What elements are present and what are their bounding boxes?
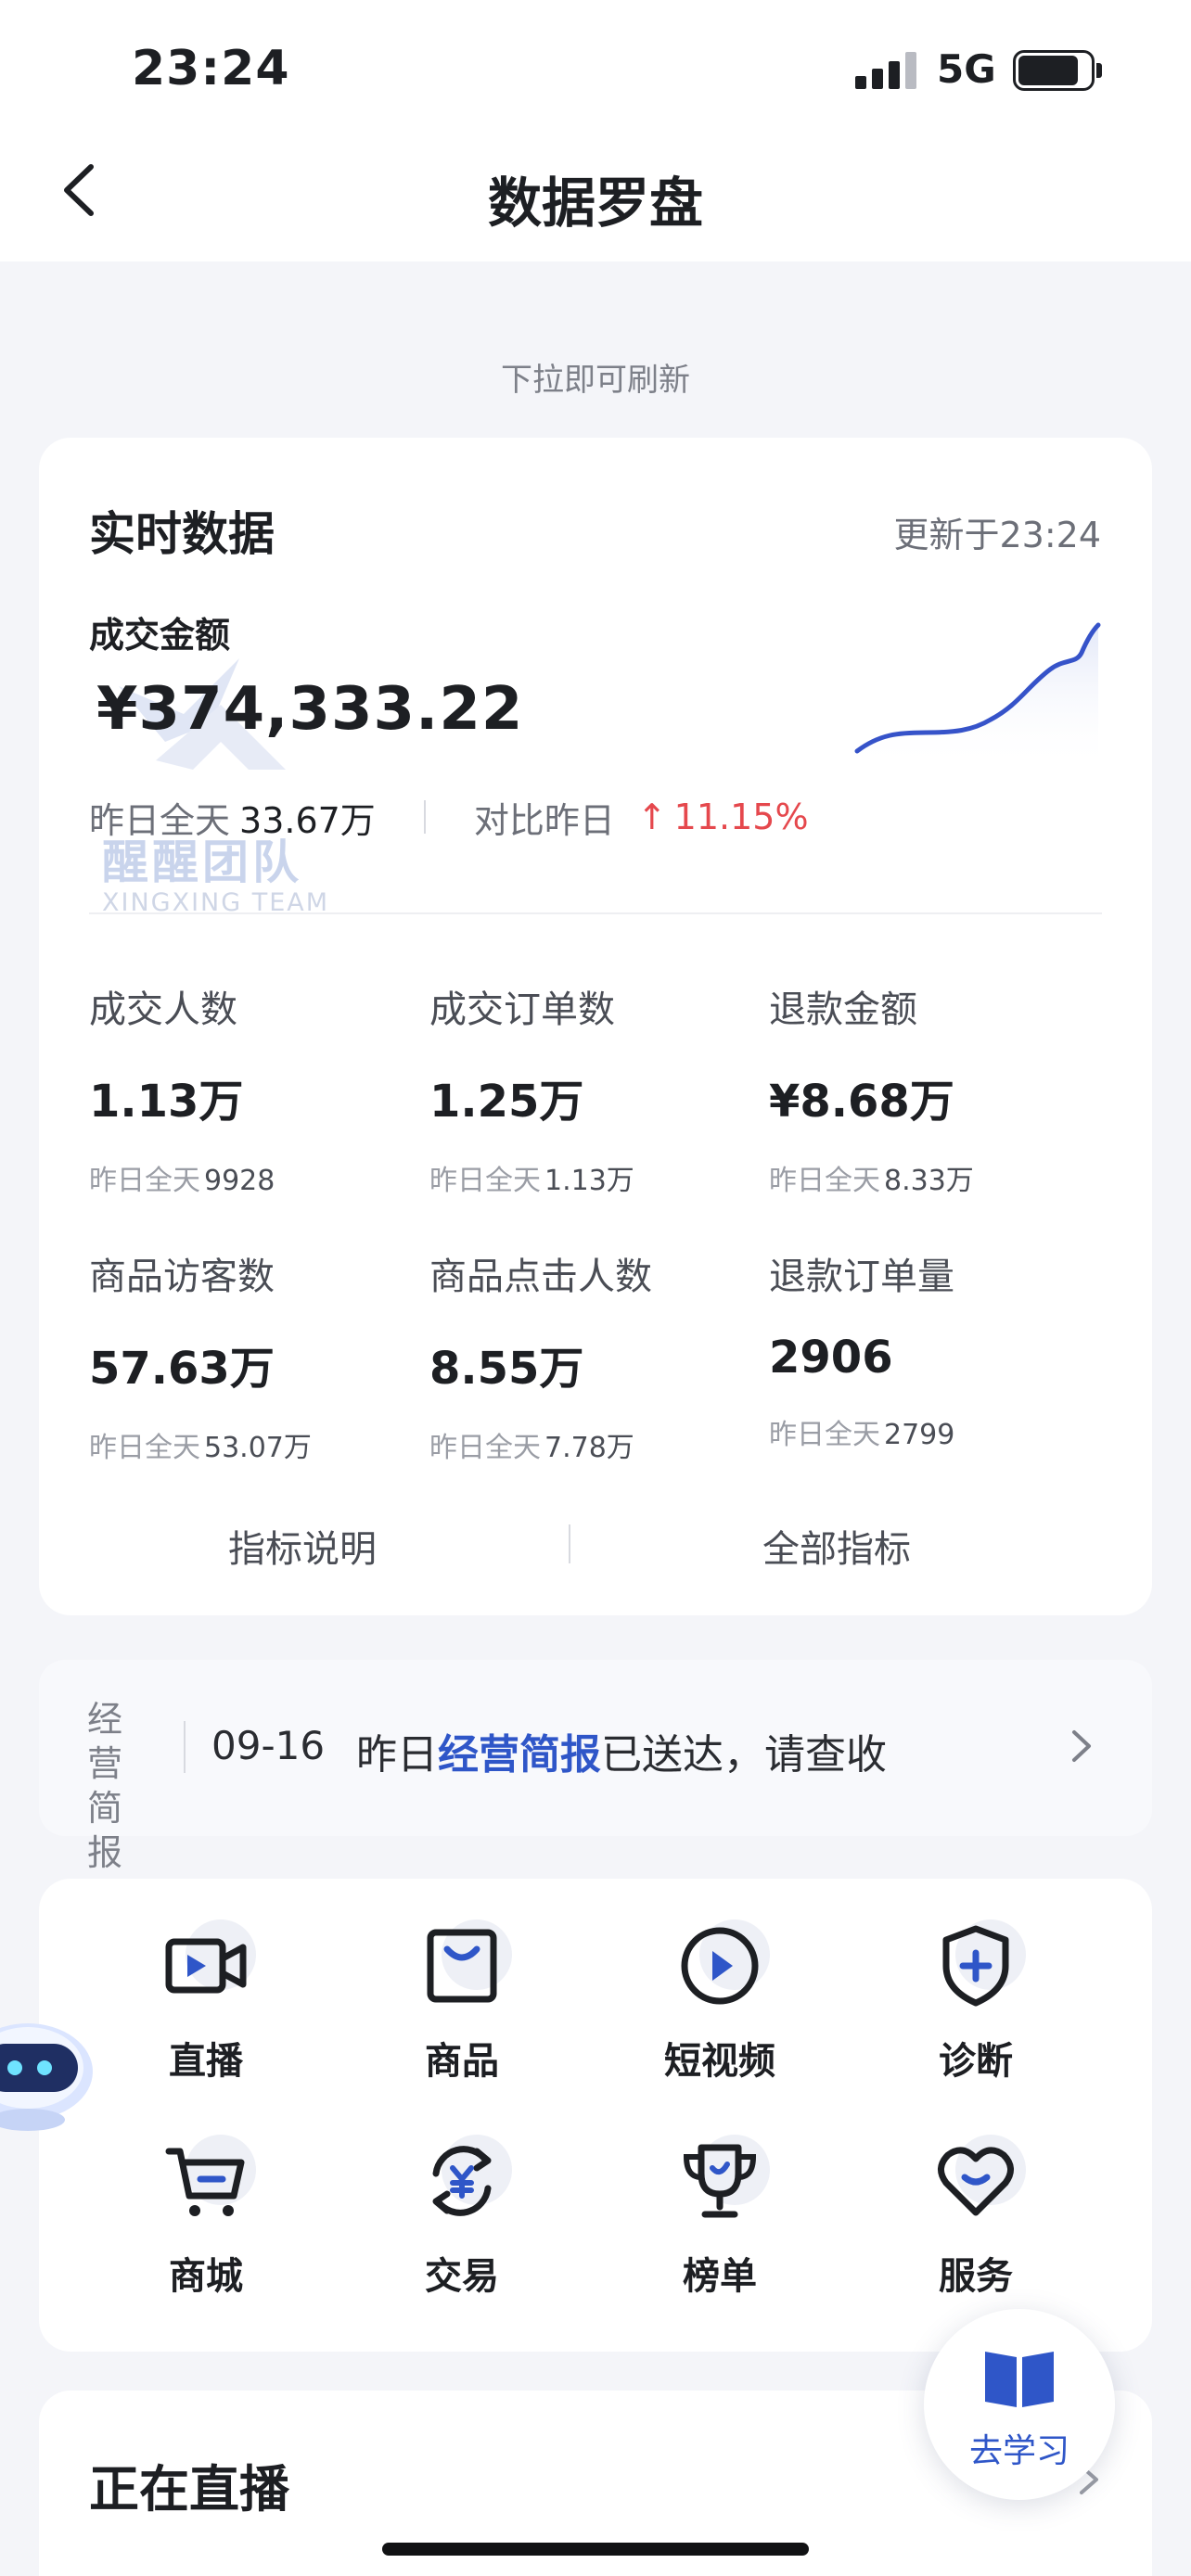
brief-vertical-label: 经营简报 [86,1699,122,1873]
metric-label: 成交订单数 [429,988,615,1031]
network-type: 5G [937,46,996,92]
realtime-title: 实时数据 [89,507,275,561]
shortcut-rankings[interactable]: 榜单 [627,2135,813,2322]
chevron-right-icon [1072,1730,1091,1762]
all-metrics-link[interactable]: 全部指标 [651,1519,1022,1573]
shortcut-diagnose[interactable]: 诊断 [883,1919,1069,2107]
metric-refund-amount[interactable]: 退款金额 ¥8.68万 昨日全天 8.33万 [769,979,1103,1198]
heart-service-icon [931,2135,1026,2225]
status-time: 23:24 [132,41,290,96]
shortcut-label: 榜单 [683,2255,757,2298]
shortcut-service[interactable]: 服务 [883,2135,1069,2322]
learn-button[interactable]: 去学习 [924,2309,1115,2500]
learn-label: 去学习 [968,2432,1069,2470]
metric-yesterday: 昨日全天 7.78万 [429,1432,634,1464]
shortcut-short-video[interactable]: 短视频 [627,1919,813,2107]
cart-icon [161,2135,256,2225]
divider [569,1524,570,1563]
divider [184,1721,186,1773]
metric-value: 1.25万 [429,1076,584,1128]
shortcut-label: 诊断 [939,2040,1013,2083]
gmv-value: ¥374,333.22 [96,675,524,744]
metric-label: 成交人数 [89,988,237,1031]
battery-icon [1013,50,1102,91]
metric-yesterday: 昨日全天 1.13万 [429,1165,634,1197]
signal-icon [855,48,920,89]
metric-value: 2906 [769,1332,893,1384]
metric-yesterday: 昨日全天 2799 [769,1419,955,1451]
live-camera-icon [161,1919,256,2010]
divider [423,800,426,834]
metric-product-clicks[interactable]: 商品点击人数 8.55万 昨日全天 7.78万 [429,1246,763,1465]
shortcut-label: 短视频 [664,2040,775,2083]
metric-value: 57.63万 [89,1343,275,1395]
metric-label: 商品点击人数 [429,1256,652,1298]
compare-percent: 11.15% [673,797,809,837]
gmv-compare-row: 昨日全天 33.67万 对比昨日 ↑ 11.15% [89,794,809,841]
shortcut-label: 商城 [169,2255,243,2298]
metric-buyers[interactable]: 成交人数 1.13万 昨日全天 9928 [89,979,423,1198]
page-title: 数据罗盘 [487,172,703,235]
metric-yesterday: 昨日全天 53.07万 [89,1432,312,1464]
yuan-exchange-icon [417,2135,512,2225]
metric-yesterday: 昨日全天 8.33万 [769,1165,974,1197]
brief-link[interactable]: 经营简报 [438,1731,601,1779]
yesterday-value: 33.67万 [239,799,376,841]
gmv-label: 成交金额 [89,615,231,656]
metric-explain-link[interactable]: 指标说明 [117,1519,488,1573]
yesterday-label: 昨日全天 [89,799,231,841]
shortcut-trade[interactable]: 交易 [369,2135,555,2322]
play-circle-icon [675,1919,770,2010]
shortcut-product[interactable]: 商品 [369,1919,555,2107]
metric-orders[interactable]: 成交订单数 1.25万 昨日全天 1.13万 [429,979,763,1198]
metric-label: 商品访客数 [89,1256,275,1298]
compare-label: 对比昨日 [473,799,615,841]
shortcut-live[interactable]: 直播 [113,1919,299,2107]
live-section-title: 正在直播 [89,2460,289,2519]
metric-product-visitors[interactable]: 商品访客数 57.63万 昨日全天 53.07万 [89,1246,423,1465]
metric-value: 8.55万 [429,1343,584,1395]
book-icon [985,2352,1054,2407]
shortcut-mall[interactable]: 商城 [113,2135,299,2322]
shortcut-label: 商品 [425,2040,499,2083]
divider [89,912,1102,914]
product-bag-icon [417,1919,512,2010]
metric-value: ¥8.68万 [769,1076,954,1128]
gmv-trend-sparkline [854,622,1101,770]
brief-date: 09-16 [211,1723,326,1768]
shortcut-label: 服务 [939,2255,1013,2298]
shortcut-label: 交易 [425,2255,499,2298]
robot-assistant-icon[interactable] [0,2003,96,2133]
metric-yesterday: 昨日全天 9928 [89,1165,275,1197]
metric-refund-orders[interactable]: 退款订单量 2906 昨日全天 2799 [769,1246,1103,1452]
brief-message: 昨日经营简报已送达，请查收 [356,1731,887,1779]
trophy-icon [675,2135,770,2225]
arrow-up-icon: ↑ [636,797,667,837]
metric-label: 退款订单量 [769,1256,954,1298]
metric-label: 退款金额 [769,988,917,1031]
home-indicator[interactable] [382,2543,809,2556]
shortcut-label: 直播 [169,2040,243,2083]
shield-plus-icon [931,1919,1026,2010]
pull-refresh-hint: 下拉即可刷新 [501,362,690,399]
metric-value: 1.13万 [89,1076,244,1128]
update-time: 更新于23:24 [893,515,1101,555]
